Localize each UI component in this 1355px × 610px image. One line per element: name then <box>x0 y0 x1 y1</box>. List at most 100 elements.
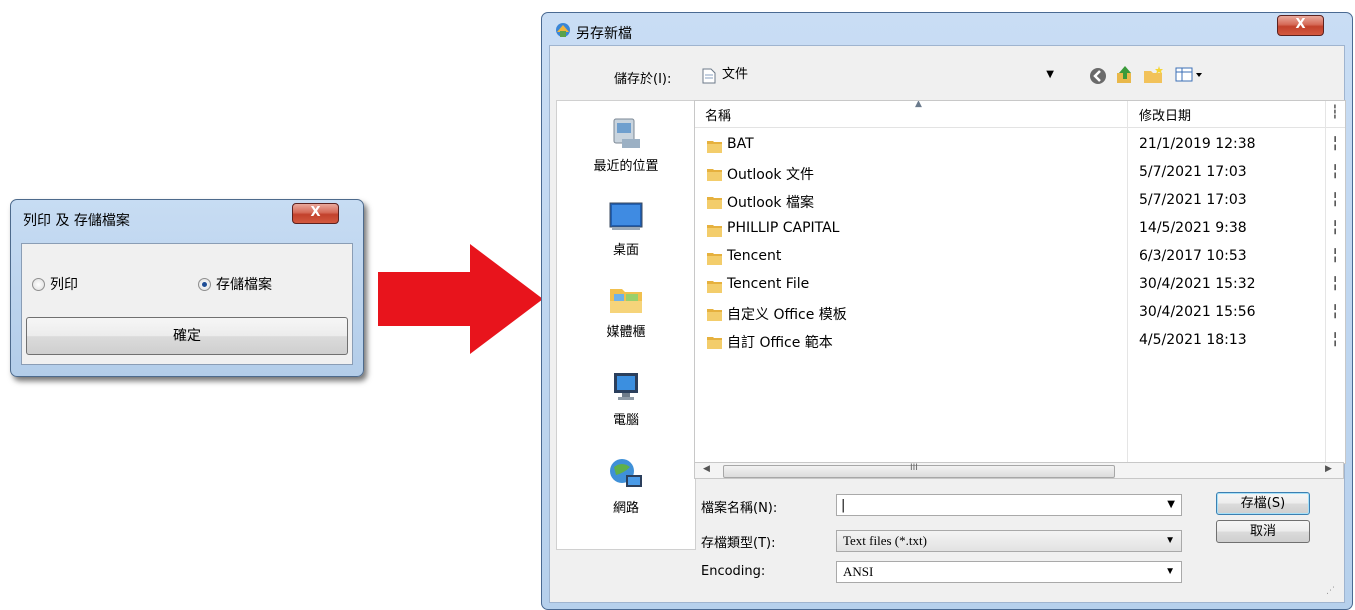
place-label: 桌面 <box>612 243 639 258</box>
dialog-title: 另存新檔 <box>576 26 632 42</box>
file-date: 14/5/2021 9:38 <box>1139 220 1247 236</box>
chevron-down-icon: ▼ <box>1046 69 1054 80</box>
scrollbar-thumb[interactable]: III <box>723 463 1115 478</box>
file-list: 名稱 ▲ 修改日期 ┆ BAT 21/1/2019 12:38 ╎ Outlook 文… <box>694 100 1346 464</box>
file-name: BAT <box>727 136 754 152</box>
chevron-down-icon: ▼ <box>1165 535 1175 546</box>
file-row[interactable]: 自訂 Office 範本 4/5/2021 18:13 ╎ <box>695 327 1345 355</box>
places-bar: 最近的位置 桌面 媒體櫃 電腦 網路 <box>556 100 696 550</box>
filename-label: 檔案名稱(N): <box>701 501 778 516</box>
place-recent[interactable]: 最近的位置 <box>557 115 695 174</box>
file-name: 自定义 Office 模板 <box>727 307 847 323</box>
encoding-label: Encoding: <box>701 564 766 579</box>
desktop-icon <box>608 199 644 235</box>
folder-icon <box>707 225 722 237</box>
save-file-radio[interactable] <box>198 278 211 291</box>
print-save-dialog: 列印 及 存儲檔案 X 列印 存儲檔案 確定 <box>10 199 364 377</box>
file-row[interactable]: Outlook 檔案 5/7/2021 17:03 ╎ <box>695 187 1345 215</box>
app-icon <box>556 23 570 37</box>
dialog-body: 列印 存儲檔案 確定 <box>21 243 353 365</box>
computer-icon <box>608 369 644 405</box>
folder-icon <box>707 141 722 153</box>
place-libraries[interactable]: 媒體櫃 <box>557 281 695 340</box>
place-label: 電腦 <box>612 413 639 428</box>
truncated-column-cell: ╎ <box>1331 164 1340 180</box>
sort-ascending-icon: ▲ <box>915 100 922 109</box>
horizontal-scrollbar[interactable]: ◀ III ▶ <box>694 462 1344 479</box>
truncated-column-cell: ╎ <box>1331 304 1340 320</box>
save-as-dialog: 另存新檔 X 儲存於(I): 文件 ▼ 最近的位置 桌面 媒體櫃 電腦 網路 名… <box>541 12 1353 610</box>
document-icon <box>702 68 716 84</box>
network-icon <box>608 457 644 493</box>
save-in-value: 文件 <box>722 67 749 82</box>
file-date: 5/7/2021 17:03 <box>1139 164 1247 180</box>
column-more-header: ┆ <box>1331 105 1339 120</box>
cancel-button[interactable]: 取消 <box>1216 520 1310 543</box>
place-computer[interactable]: 電腦 <box>557 369 695 428</box>
ok-button[interactable]: 確定 <box>26 317 348 355</box>
file-name: Tencent <box>727 248 782 264</box>
file-row[interactable]: Tencent 6/3/2017 10:53 ╎ <box>695 243 1345 271</box>
truncated-column-cell: ╎ <box>1331 248 1340 264</box>
filetype-label: 存檔類型(T): <box>701 536 776 551</box>
print-radio[interactable] <box>32 278 45 291</box>
folder-icon <box>707 169 722 181</box>
scroll-grip: III <box>910 463 918 473</box>
file-name: 自訂 Office 範本 <box>727 335 833 351</box>
filetype-value: Text files (*.txt) <box>843 533 927 548</box>
folder-icon <box>707 197 722 209</box>
resize-grip-icon[interactable]: ⋰ <box>1326 586 1335 596</box>
print-option-label: 列印 <box>50 277 78 293</box>
scroll-right-icon[interactable]: ▶ <box>1325 464 1332 474</box>
text-cursor: | <box>841 498 846 513</box>
close-button[interactable]: X <box>292 203 339 224</box>
file-date: 5/7/2021 17:03 <box>1139 192 1247 208</box>
filetype-dropdown[interactable]: Text files (*.txt) ▼ <box>836 530 1182 552</box>
folder-icon <box>707 281 722 293</box>
file-row[interactable]: BAT 21/1/2019 12:38 ╎ <box>695 131 1345 159</box>
place-desktop[interactable]: 桌面 <box>557 199 695 258</box>
file-name: Outlook 檔案 <box>727 195 814 211</box>
save-in-label: 儲存於(I): <box>614 72 672 87</box>
file-date: 30/4/2021 15:32 <box>1139 276 1256 292</box>
place-label: 最近的位置 <box>593 159 659 174</box>
file-date: 21/1/2019 12:38 <box>1139 136 1256 152</box>
folder-icon <box>707 309 722 321</box>
file-date: 6/3/2017 10:53 <box>1139 248 1247 264</box>
place-label: 網路 <box>612 501 639 516</box>
folder-icon <box>707 337 722 349</box>
truncated-column-cell: ╎ <box>1331 136 1340 152</box>
dialog-content: 儲存於(I): 文件 ▼ 最近的位置 桌面 媒體櫃 電腦 網路 名稱 ▲ 修改日… <box>549 45 1346 603</box>
column-name-header[interactable]: 名稱 <box>705 105 731 124</box>
close-button[interactable]: X <box>1277 15 1324 36</box>
folder-icon <box>707 253 722 265</box>
dialog-title: 列印 及 存儲檔案 <box>23 213 130 229</box>
column-date-header[interactable]: 修改日期 <box>1139 105 1191 124</box>
file-name: PHILLIP CAPITAL <box>727 220 840 236</box>
truncated-column-cell: ╎ <box>1331 332 1340 348</box>
encoding-dropdown[interactable]: ANSI ▼ <box>836 561 1182 583</box>
save-button[interactable]: 存檔(S) <box>1216 492 1310 515</box>
file-date: 4/5/2021 18:13 <box>1139 332 1247 348</box>
back-icon[interactable] <box>1089 67 1107 85</box>
filename-input[interactable]: | ▼ <box>836 494 1182 516</box>
view-menu-icon[interactable] <box>1175 66 1205 84</box>
new-folder-icon[interactable] <box>1143 65 1165 85</box>
file-date: 30/4/2021 15:56 <box>1139 304 1256 320</box>
right-arrow-icon <box>378 244 543 354</box>
column-header-row: 名稱 ▲ 修改日期 ┆ <box>695 101 1345 128</box>
file-row[interactable]: Outlook 文件 5/7/2021 17:03 ╎ <box>695 159 1345 187</box>
save-in-dropdown[interactable]: 文件 ▼ <box>698 65 1060 87</box>
truncated-column-cell: ╎ <box>1331 276 1340 292</box>
recent-places-icon <box>608 115 644 151</box>
place-network[interactable]: 網路 <box>557 457 695 516</box>
place-label: 媒體櫃 <box>606 325 646 340</box>
file-name: Outlook 文件 <box>727 167 814 183</box>
scroll-left-icon[interactable]: ◀ <box>703 464 710 474</box>
truncated-column-cell: ╎ <box>1331 192 1340 208</box>
up-folder-icon[interactable] <box>1115 65 1135 85</box>
file-row[interactable]: Tencent File 30/4/2021 15:32 ╎ <box>695 271 1345 299</box>
chevron-down-icon: ▼ <box>1167 499 1175 510</box>
file-row[interactable]: 自定义 Office 模板 30/4/2021 15:56 ╎ <box>695 299 1345 327</box>
file-row[interactable]: PHILLIP CAPITAL 14/5/2021 9:38 ╎ <box>695 215 1345 243</box>
